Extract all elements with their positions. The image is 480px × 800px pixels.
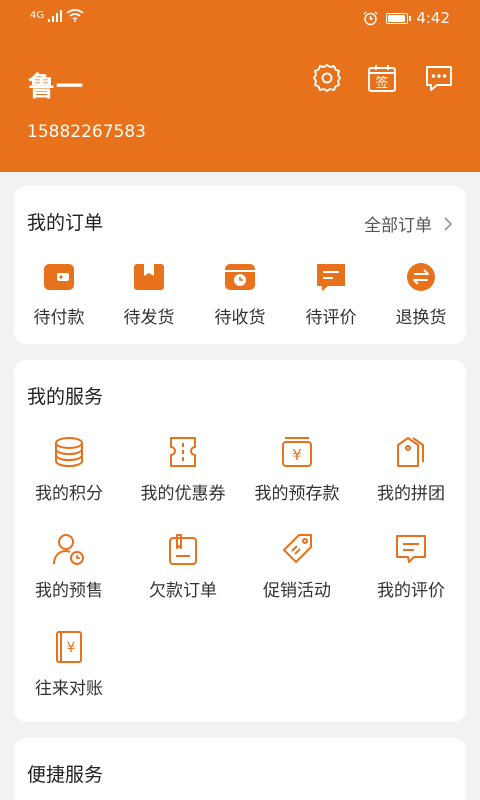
service-coupons[interactable]: 我的优惠券 <box>128 435 238 504</box>
reconciliation-icon: ¥ <box>56 631 82 663</box>
signal-icon <box>48 9 63 22</box>
service-label: 我的预存款 <box>254 484 340 504</box>
order-pending-payment[interactable]: 待付款 <box>21 261 97 328</box>
service-debt-orders[interactable]: 欠款订单 <box>128 532 238 601</box>
order-item-label: 待评价 <box>305 308 357 328</box>
service-group-buy[interactable]: 我的拼团 <box>356 435 466 504</box>
all-orders-label: 全部订单 <box>364 216 432 236</box>
service-label: 我的优惠券 <box>140 484 226 504</box>
order-item-label: 待付款 <box>33 308 85 328</box>
truck-icon <box>225 264 255 290</box>
wallet-icon <box>44 264 74 290</box>
service-label: 往来对账 <box>35 679 103 699</box>
service-points[interactable]: 我的积分 <box>14 435 124 504</box>
service-label: 我的预售 <box>35 581 103 601</box>
user-phone: 15882267583 <box>27 122 146 142</box>
profile-header: 4G 4:42 鲁一 15882267583 签 <box>0 0 480 172</box>
service-reconciliation[interactable]: ¥ 往来对账 <box>14 630 124 699</box>
review-icon <box>396 535 426 563</box>
clock: 4:42 <box>416 9 450 27</box>
service-promotions[interactable]: 促销活动 <box>242 532 352 601</box>
chevron-right-icon <box>444 216 452 231</box>
order-to-ship[interactable]: 待发货 <box>111 261 187 328</box>
battery-icon <box>386 12 412 24</box>
service-presale[interactable]: 我的预售 <box>14 532 124 601</box>
service-label: 我的评价 <box>377 581 445 601</box>
order-to-review[interactable]: 待评价 <box>293 261 369 328</box>
svg-text:¥: ¥ <box>292 446 302 464</box>
comment-icon <box>317 264 345 291</box>
exchange-icon <box>407 263 435 291</box>
message-icon[interactable] <box>423 62 455 94</box>
all-orders-link[interactable]: 全部订单 <box>364 211 452 236</box>
calendar-icon: 签 <box>368 65 396 92</box>
points-icon <box>55 437 83 468</box>
service-deposit[interactable]: ¥ 我的预存款 <box>242 435 352 504</box>
service-reviews[interactable]: 我的评价 <box>356 532 466 601</box>
deposit-icon: ¥ <box>282 437 312 467</box>
sign-in-glyph: 签 <box>375 75 388 91</box>
status-bar: 4G 4:42 <box>0 0 480 36</box>
sign-in-button[interactable]: 签 <box>366 62 398 94</box>
wifi-icon <box>66 9 84 22</box>
debt-order-icon <box>169 534 197 565</box>
orders-card: 我的订单 全部订单 待付款 待发货 待收货 待评价 退换货 <box>14 186 466 344</box>
services-card: 我的服务 我的积分 我的优惠券 ¥ 我的预存款 我的拼团 我的预售 欠款订单 促… <box>14 360 466 722</box>
service-label: 我的拼团 <box>377 484 445 504</box>
coupon-icon <box>170 437 196 467</box>
service-label: 我的积分 <box>35 484 103 504</box>
presale-icon <box>53 534 84 565</box>
order-item-label: 待发货 <box>123 308 175 328</box>
promotion-icon <box>283 534 312 563</box>
order-to-receive[interactable]: 待收货 <box>202 261 278 328</box>
network-status: 4G <box>30 9 84 22</box>
yuan-glyph: ¥ <box>67 640 76 656</box>
box-icon <box>134 264 164 290</box>
order-returns[interactable]: 退换货 <box>383 261 459 328</box>
settings-icon[interactable] <box>311 62 343 94</box>
network-type: 4G <box>30 10 45 21</box>
alarm-icon <box>363 11 378 25</box>
system-status: 4:42 <box>363 9 450 27</box>
battery-level <box>388 14 406 22</box>
group-buy-icon <box>397 437 424 467</box>
quick-services-title: 便捷服务 <box>27 764 104 786</box>
orders-title: 我的订单 <box>27 212 104 234</box>
order-item-label: 待收货 <box>214 308 266 328</box>
services-title: 我的服务 <box>27 386 104 408</box>
order-item-label: 退换货 <box>395 308 447 328</box>
quick-services-card: 便捷服务 <box>14 738 466 800</box>
user-name: 鲁一 <box>28 72 84 103</box>
service-label: 促销活动 <box>263 581 331 601</box>
service-label: 欠款订单 <box>149 581 217 601</box>
